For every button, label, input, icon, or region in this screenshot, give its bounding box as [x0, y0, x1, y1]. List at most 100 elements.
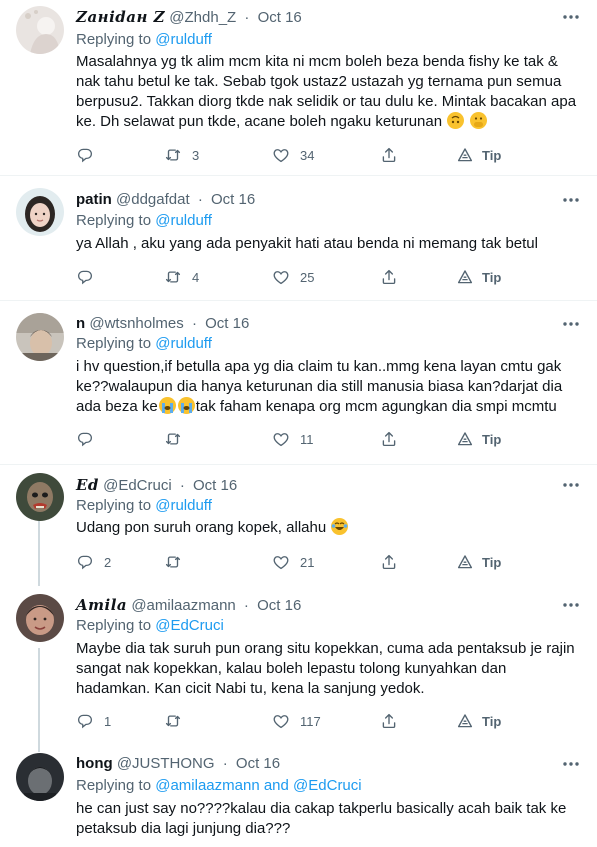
user-handle[interactable]: @JUSTHONG: [117, 755, 215, 772]
tweet-ddgafdat[interactable]: patin @ddgafdat · Oct 16 Replying to @ru…: [0, 176, 597, 300]
mention-link[interactable]: @rulduff: [155, 335, 212, 352]
tweet-date[interactable]: Oct 16: [236, 755, 280, 772]
retweet-button[interactable]: [164, 711, 192, 731]
heart-icon: [272, 553, 290, 571]
user-handle[interactable]: @ddgafdat: [116, 191, 190, 208]
tweet-justhong[interactable]: hong @JUSTHONG · Oct 16 Replying to @ami…: [0, 748, 597, 847]
tweet-date[interactable]: Oct 16: [257, 597, 301, 614]
like-button[interactable]: 11: [272, 429, 314, 449]
retweet-button[interactable]: [164, 429, 192, 449]
reply-icon: [76, 712, 94, 730]
tweet-amilaazmann[interactable]: Amila @amilaazmann · Oct 16 Replying to …: [0, 591, 597, 747]
mention-link[interactable]: @amilaazmann: [155, 777, 259, 794]
display-name[interactable]: patin: [76, 191, 112, 208]
avatar[interactable]: [16, 753, 64, 801]
reply-button[interactable]: [76, 145, 104, 165]
tweet-header: Amila @amilaazmann · Oct 16: [76, 595, 301, 615]
heart-icon: [272, 712, 290, 730]
mention-link[interactable]: @EdCruci: [155, 617, 224, 634]
like-button[interactable]: 34: [272, 145, 314, 165]
share-button[interactable]: [380, 145, 398, 165]
avatar[interactable]: [16, 594, 64, 642]
tweet-text-body: ya Allah , aku yang ada penyakit hati at…: [76, 235, 538, 252]
tip-icon: [456, 268, 474, 286]
mention-link-2[interactable]: @EdCruci: [293, 777, 362, 794]
mention-link[interactable]: @rulduff: [155, 31, 212, 48]
display-name[interactable]: Amila: [76, 596, 127, 614]
tweet-text: Udang pon suruh orang kopek, allahu: [76, 518, 581, 538]
tweet-wtsnholmes[interactable]: n @wtsnholmes · Oct 16 Replying to @ruld…: [0, 301, 597, 464]
display-name[interactable]: hong: [76, 755, 113, 772]
tweet-date[interactable]: Oct 16: [211, 191, 255, 208]
reply-icon: [76, 553, 94, 571]
more-options-icon[interactable]: [561, 192, 581, 208]
tweet-text-body: Udang pon suruh orang kopek, allahu: [76, 519, 327, 536]
separator-dot: ·: [197, 191, 203, 208]
mention-link[interactable]: @rulduff: [155, 212, 212, 229]
share-button[interactable]: [380, 711, 398, 731]
like-button[interactable]: 21: [272, 552, 314, 572]
tweet-text-body: he can just say no????kalau dia cakap ta…: [76, 800, 567, 837]
retweet-button[interactable]: 4: [164, 267, 199, 287]
avatar[interactable]: [16, 313, 64, 361]
retweet-button[interactable]: [164, 552, 192, 572]
reply-feed: Zaнidaн Z @Zhdh_Z · Oct 16 Replying to @…: [0, 0, 597, 847]
replying-to: Replying to @rulduff: [76, 211, 212, 231]
tweet-edcruci[interactable]: Ed @EdCruci · Oct 16 Replying to @rulduf…: [0, 465, 597, 591]
share-icon: [380, 146, 398, 164]
more-options-icon[interactable]: [561, 597, 581, 613]
replying-to: Replying to @rulduff: [76, 30, 212, 50]
avatar[interactable]: [16, 6, 64, 54]
more-options-icon[interactable]: [561, 477, 581, 493]
user-handle[interactable]: @amilaazmann: [131, 597, 235, 614]
reply-count: 2: [104, 554, 112, 570]
more-options-icon[interactable]: [561, 9, 581, 25]
avatar[interactable]: [16, 473, 64, 521]
tip-button[interactable]: Tip: [456, 267, 501, 287]
tweet-date[interactable]: Oct 16: [258, 9, 302, 26]
tweet-date[interactable]: Oct 16: [193, 477, 237, 494]
retweet-icon: [164, 268, 182, 286]
tweet-header: patin @ddgafdat · Oct 16: [76, 190, 255, 210]
tip-button[interactable]: Tip: [456, 429, 501, 449]
user-handle[interactable]: @wtsnholmes: [89, 315, 183, 332]
tip-icon: [456, 146, 474, 164]
tip-label: Tip: [482, 147, 502, 163]
display-name[interactable]: Ed: [76, 476, 99, 494]
like-button[interactable]: 25: [272, 267, 314, 287]
tweet-actions: 11 Tip: [76, 429, 516, 449]
share-button[interactable]: [380, 552, 398, 572]
retweet-icon: [164, 553, 182, 571]
reply-button[interactable]: 1: [76, 711, 111, 731]
reply-button[interactable]: [76, 429, 104, 449]
share-button[interactable]: [380, 267, 398, 287]
tip-button[interactable]: Tip: [456, 552, 501, 572]
tweet-zhdh-z[interactable]: Zaнidaн Z @Zhdh_Z · Oct 16 Replying to @…: [0, 0, 597, 175]
upside-down-face-emoji: [447, 112, 465, 129]
mention-link[interactable]: @rulduff: [155, 497, 212, 514]
share-button[interactable]: [380, 429, 398, 449]
reply-button[interactable]: [76, 267, 104, 287]
tip-button[interactable]: Tip: [456, 145, 501, 165]
replying-to-label: Replying to: [76, 617, 152, 634]
reply-icon: [76, 430, 94, 448]
user-handle[interactable]: @EdCruci: [103, 477, 172, 494]
retweet-button[interactable]: 3: [164, 145, 199, 165]
more-options-icon[interactable]: [561, 316, 581, 332]
share-icon: [380, 430, 398, 448]
tweet-text: he can just say no????kalau dia cakap ta…: [76, 799, 581, 839]
tip-button[interactable]: Tip: [456, 711, 501, 731]
replying-to: Replying to @rulduff: [76, 496, 212, 516]
more-options-icon[interactable]: [561, 756, 581, 772]
reply-button[interactable]: 2: [76, 552, 111, 572]
like-button[interactable]: 117: [272, 711, 321, 731]
tweet-date[interactable]: Oct 16: [205, 315, 249, 332]
display-name[interactable]: n: [76, 315, 85, 332]
tweet-text: Masalahnya yg tk alim mcm kita ni mcm bo…: [76, 52, 581, 132]
tweet-actions: 1 117 Tip: [76, 711, 516, 731]
display-name[interactable]: Zaнidaн Z: [76, 8, 165, 26]
user-handle[interactable]: @Zhdh_Z: [169, 9, 236, 26]
avatar[interactable]: [16, 188, 64, 236]
replying-to: Replying to @rulduff: [76, 334, 212, 354]
replying-to: Replying to @EdCruci: [76, 616, 224, 636]
